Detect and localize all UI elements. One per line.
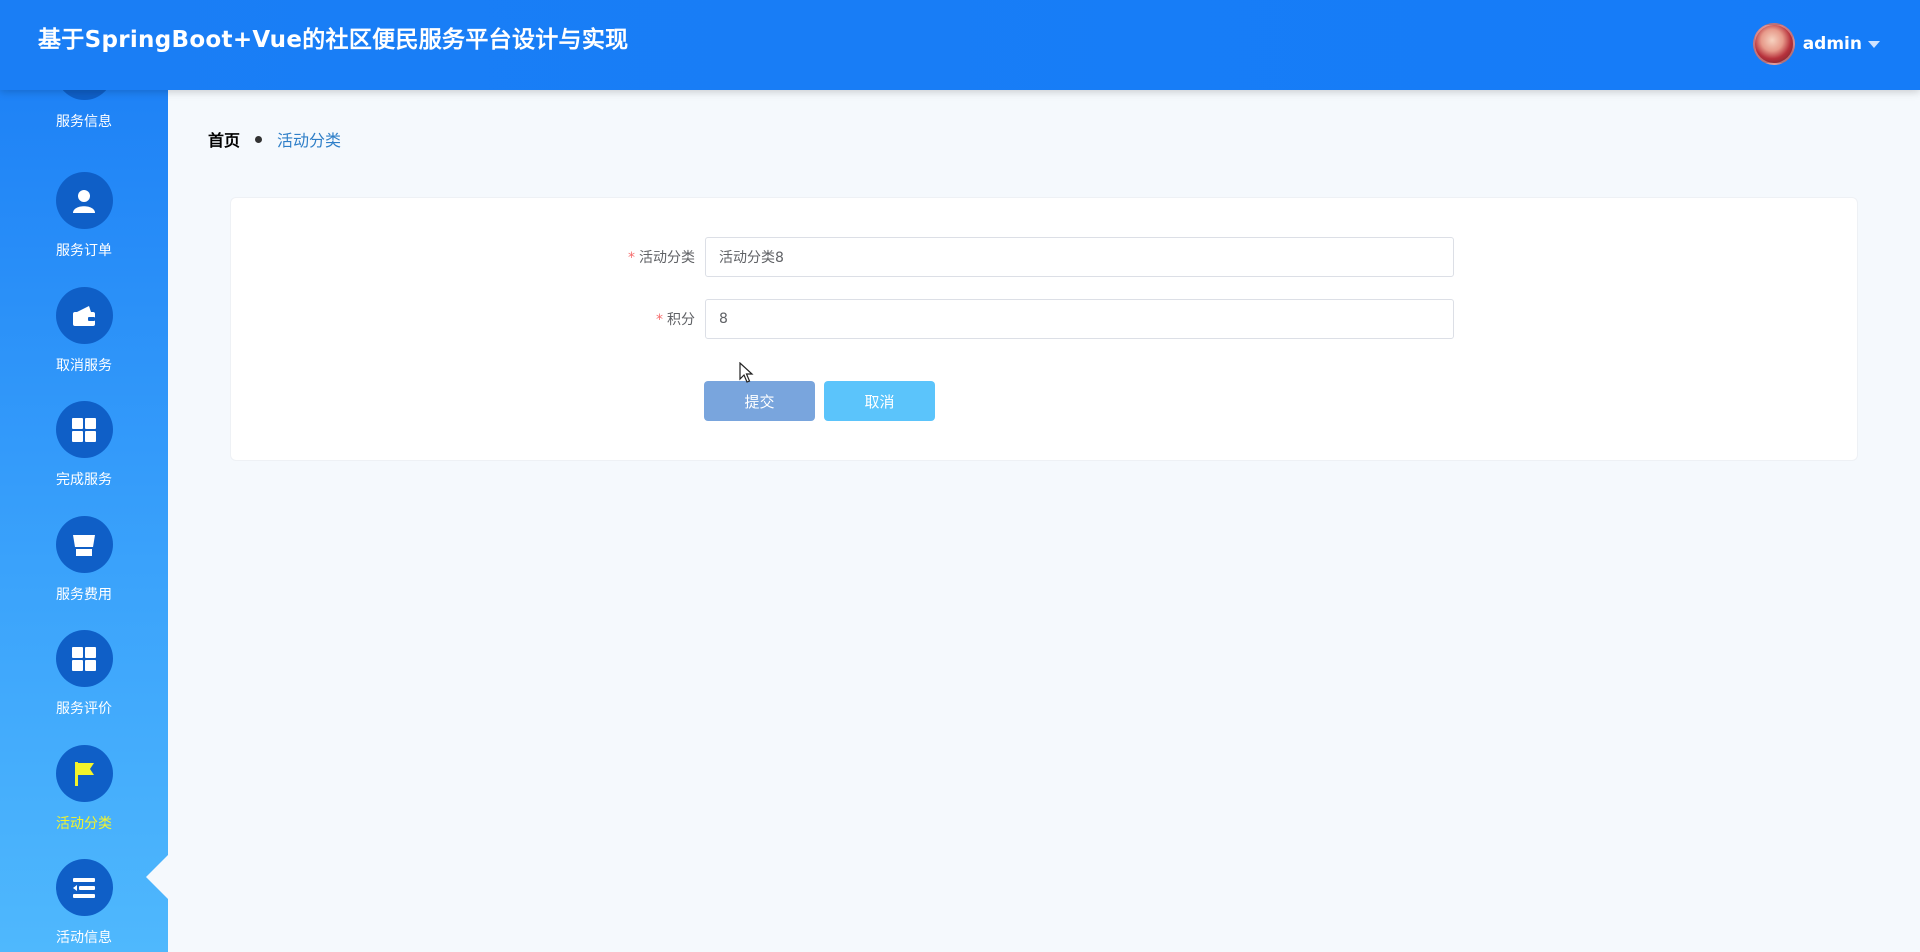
breadcrumb-current: 活动分类	[277, 131, 342, 150]
category-input[interactable]	[705, 237, 1454, 277]
sidebar-item-cancel-service[interactable]: 取消服务	[0, 287, 168, 401]
sidebar-item-label: 服务信息	[56, 114, 112, 130]
sidebar-item-service-orders[interactable]: 服务订单	[0, 172, 168, 286]
sidebar-item-label: 取消服务	[56, 358, 112, 374]
app-title: 基于SpringBoot+Vue的社区便民服务平台设计与实现	[38, 27, 629, 53]
chevron-down-icon[interactable]	[1868, 40, 1880, 48]
breadcrumb-home[interactable]: 首页	[208, 127, 240, 151]
sidebar-item-activity-category[interactable]: 活动分类	[0, 745, 168, 859]
breadcrumb-separator	[255, 135, 263, 143]
form-row-category: * 活动分类	[231, 237, 1454, 277]
submit-button[interactable]: 提交	[704, 381, 815, 421]
category-label-text: 活动分类	[639, 250, 695, 266]
flag-icon	[55, 745, 113, 802]
breadcrumb: 首页 活动分类	[208, 127, 341, 151]
shop-icon	[55, 516, 113, 573]
points-input[interactable]	[705, 299, 1454, 339]
required-mark: *	[628, 250, 635, 266]
points-label-text: 积分	[667, 312, 695, 328]
avatar[interactable]	[1752, 23, 1795, 65]
form-row-points: * 积分	[231, 299, 1454, 339]
sidebar-item-activity-info[interactable]: 活动信息	[0, 859, 168, 952]
list-icon	[55, 859, 113, 916]
grid-icon	[55, 401, 113, 458]
info-icon	[55, 90, 113, 100]
user-icon	[55, 172, 113, 229]
grid-icon	[55, 630, 113, 687]
sidebar-item-label: 服务费用	[56, 587, 112, 603]
active-indicator	[146, 855, 168, 899]
sidebar-item-service-fees[interactable]: 服务费用	[0, 516, 168, 630]
sidebar-item-label: 活动信息	[56, 930, 112, 946]
required-mark: *	[656, 312, 663, 328]
sidebar-item-label: 服务评价	[56, 701, 112, 717]
top-header: 基于SpringBoot+Vue的社区便民服务平台设计与实现 admin	[0, 0, 1920, 90]
sidebar-item-label: 完成服务	[56, 472, 112, 488]
sidebar-item-complete-service[interactable]: 完成服务	[0, 401, 168, 515]
sidebar-item-label: 活动分类	[56, 816, 112, 832]
sidebar-item-label: 服务订单	[56, 243, 112, 259]
mouse-cursor-icon	[739, 362, 754, 383]
cancel-button[interactable]: 取消	[824, 381, 935, 421]
form-card: *活动分类 *积分 提交 取消	[230, 197, 1858, 461]
sidebar: 服务信息 服务订单 取消服务 完成服务 服务费用 服务评价 活动分类 活动信息	[0, 90, 168, 952]
points-label: * 积分	[231, 309, 705, 329]
category-label: * 活动分类	[231, 247, 705, 267]
sidebar-item-service-reviews[interactable]: 服务评价	[0, 630, 168, 744]
sidebar-item-service-info[interactable]: 服务信息	[0, 90, 168, 157]
user-menu[interactable]: admin	[1752, 23, 1880, 65]
username[interactable]: admin	[1803, 34, 1862, 54]
wallet-icon	[55, 287, 113, 344]
